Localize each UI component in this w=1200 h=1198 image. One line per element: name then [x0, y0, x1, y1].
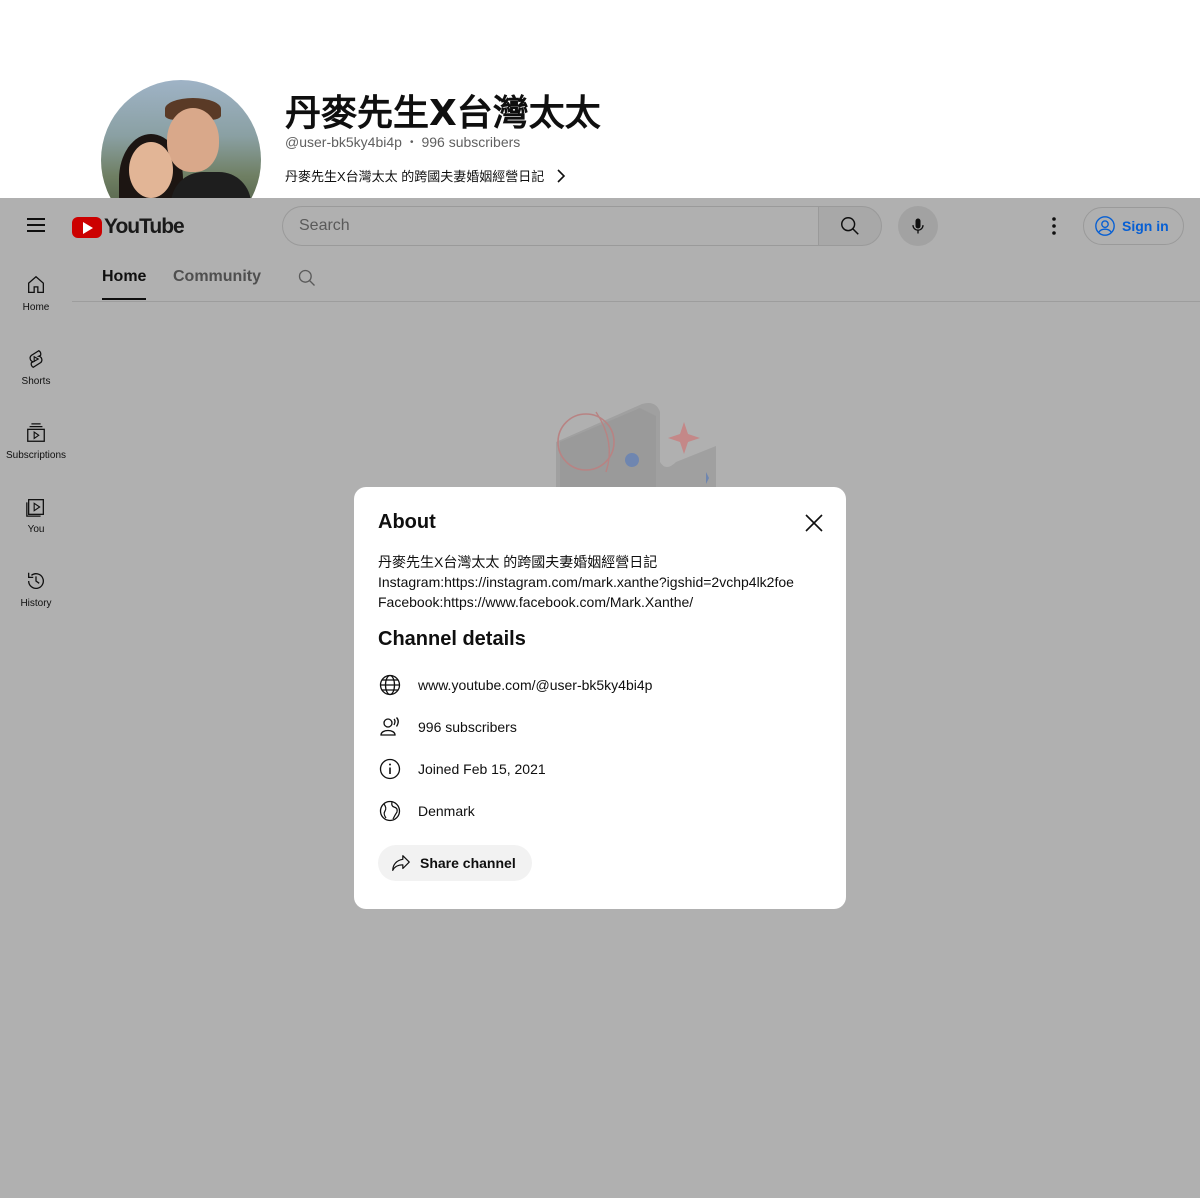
account-icon — [1095, 216, 1115, 236]
search-icon — [298, 269, 315, 286]
detail-joined: Joined Feb 15, 2021 — [378, 757, 546, 781]
chevron-right-icon — [557, 168, 566, 183]
detail-channel-url: www.youtube.com/@user-bk5ky4bi4p — [378, 673, 652, 697]
logo-text: YouTube — [104, 215, 185, 238]
guide-item-subscriptions[interactable]: Subscriptions — [0, 402, 72, 476]
channel-title: 丹麥先生X台灣太太 — [285, 93, 601, 134]
info-icon — [379, 758, 401, 780]
subscribers-icon — [380, 717, 399, 736]
you-icon — [26, 499, 44, 517]
search-input[interactable] — [299, 217, 819, 235]
channel-avatar[interactable] — [101, 80, 261, 198]
guide-item-shorts[interactable]: Shorts — [0, 328, 72, 402]
subscriber-count: 996 subscribers — [418, 719, 517, 735]
share-icon — [392, 855, 410, 871]
tab-home[interactable]: Home — [102, 268, 147, 300]
channel-header: 丹麥先生X台灣太太 @user-bk5ky4bi4p • 996 subscri… — [0, 0, 1200, 198]
globe-icon — [379, 674, 401, 696]
guide-label: Home — [22, 302, 50, 313]
guide-item-you[interactable]: You — [0, 476, 72, 550]
share-channel-button[interactable]: Share channel — [378, 845, 532, 881]
channel-tabs: Home Community — [72, 254, 1200, 302]
close-icon — [805, 514, 823, 532]
close-button[interactable] — [800, 509, 828, 537]
shorts-icon — [29, 350, 43, 368]
country: Denmark — [418, 803, 475, 819]
history-icon — [28, 572, 44, 589]
sign-in-label: Sign in — [1122, 218, 1169, 234]
youtube-logo[interactable]: YouTube — [72, 215, 185, 239]
meta-separator: • — [409, 136, 414, 148]
guide-label: You — [27, 524, 45, 535]
search-button[interactable] — [818, 206, 882, 246]
about-dialog: About 丹麥先生X台灣太太 的跨國夫妻婚姻經營日記 Instagram:ht… — [354, 487, 846, 909]
more-vertical-icon — [1052, 217, 1056, 235]
guide-label: Shorts — [21, 376, 51, 387]
location-globe-icon — [379, 800, 401, 822]
detail-subscribers: 996 subscribers — [378, 715, 517, 739]
more-options-button[interactable] — [1040, 212, 1068, 240]
menu-icon[interactable] — [20, 214, 52, 238]
joined-date: Joined Feb 15, 2021 — [418, 761, 546, 777]
channel-subscriber-count: 996 subscribers — [421, 134, 521, 150]
channel-meta: @user-bk5ky4bi4p • 996 subscribers — [285, 134, 520, 150]
detail-location: Denmark — [378, 799, 475, 823]
voice-search-button[interactable] — [898, 206, 938, 246]
guide-label: History — [20, 598, 52, 609]
microphone-icon — [912, 218, 924, 234]
channel-handle: @user-bk5ky4bi4p — [285, 134, 402, 150]
about-description: 丹麥先生X台灣太太 的跨國夫妻婚姻經營日記 Instagram:https://… — [378, 554, 794, 610]
about-title: About — [378, 511, 436, 533]
tab-community[interactable]: Community — [173, 268, 261, 298]
play-logo-icon — [72, 216, 102, 238]
guide-item-history[interactable]: History — [0, 550, 72, 624]
home-icon — [28, 275, 44, 293]
channel-url[interactable]: www.youtube.com/@user-bk5ky4bi4p — [418, 677, 652, 693]
masthead: YouTube Sign in — [0, 198, 1200, 254]
channel-description-link[interactable]: 丹麥先生X台灣太太 的跨國夫妻婚姻經營日記 — [285, 166, 566, 185]
sign-in-button[interactable]: Sign in — [1083, 207, 1184, 245]
channel-details-title: Channel details — [378, 628, 526, 650]
channel-description: 丹麥先生X台灣太太 的跨國夫妻婚姻經營日記 — [285, 169, 545, 184]
guide-label: Subscriptions — [5, 450, 67, 461]
subscriptions-icon — [27, 423, 45, 442]
search-icon — [841, 217, 859, 235]
search-box[interactable] — [282, 206, 819, 246]
channel-search-button[interactable] — [297, 268, 317, 292]
share-label: Share channel — [420, 855, 516, 871]
guide-item-home[interactable]: Home — [0, 254, 72, 328]
mini-guide: Home Shorts Subscriptions You History — [0, 254, 72, 624]
